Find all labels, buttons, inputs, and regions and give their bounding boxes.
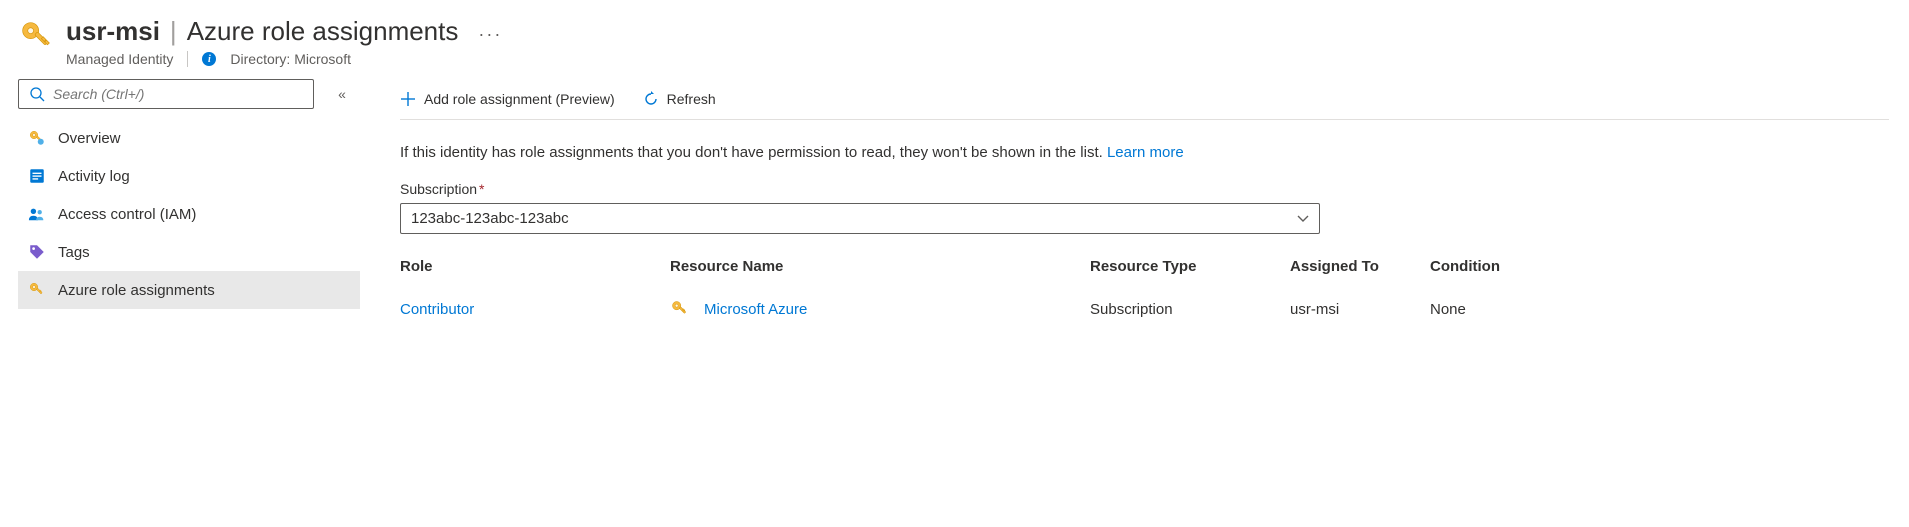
main-content: Add role assignment (Preview) Refresh If… <box>370 79 1909 353</box>
subscription-value: 123abc-123abc-123abc <box>411 210 569 227</box>
access-control-icon <box>28 205 46 223</box>
assigned-to-cell: usr-msi <box>1290 301 1430 318</box>
key-icon <box>28 129 46 147</box>
sidebar-item-label: Access control (IAM) <box>58 206 196 223</box>
learn-more-link[interactable]: Learn more <box>1107 144 1184 161</box>
title-separator: | <box>170 16 177 47</box>
sidebar-item-label: Overview <box>58 130 121 147</box>
more-button[interactable]: ··· <box>468 24 502 45</box>
sidebar-item-access-control[interactable]: Access control (IAM) <box>18 195 360 233</box>
refresh-button[interactable]: Refresh <box>643 91 716 107</box>
activity-log-icon <box>28 167 46 185</box>
sidebar-search[interactable] <box>18 79 314 109</box>
role-link[interactable]: Contributor <box>400 301 670 318</box>
page-title: Azure role assignments <box>187 16 459 47</box>
role-assignments-table: Role Resource Name Resource Type Assigne… <box>400 248 1889 333</box>
search-input[interactable] <box>53 86 303 102</box>
plus-icon <box>400 91 416 107</box>
chevron-down-icon <box>1297 215 1309 223</box>
refresh-label: Refresh <box>667 91 716 107</box>
page-header: usr-msi | Azure role assignments ··· Man… <box>0 0 1909 79</box>
resource-link[interactable]: Microsoft Azure <box>704 301 807 318</box>
tag-icon <box>28 243 46 261</box>
col-header-assigned[interactable]: Assigned To <box>1290 258 1430 275</box>
toolbar: Add role assignment (Preview) Refresh <box>400 79 1889 120</box>
key-icon <box>20 20 52 52</box>
sidebar-collapse-button[interactable]: « <box>324 79 360 109</box>
key-icon <box>670 299 690 319</box>
sidebar-item-label: Activity log <box>58 168 130 185</box>
subscription-dropdown[interactable]: 123abc-123abc-123abc <box>400 203 1320 234</box>
col-header-condition[interactable]: Condition <box>1430 258 1550 275</box>
info-icon[interactable]: i <box>202 52 216 66</box>
add-label: Add role assignment (Preview) <box>424 91 615 107</box>
subtitle-divider <box>187 51 188 67</box>
directory-label: Directory: <box>230 51 290 67</box>
search-icon <box>29 86 45 102</box>
table-row[interactable]: Contributor <box>400 285 1889 333</box>
add-role-assignment-button[interactable]: Add role assignment (Preview) <box>400 91 615 107</box>
required-indicator: * <box>479 181 484 197</box>
sidebar-item-tags[interactable]: Tags <box>18 233 360 271</box>
subscription-label: Subscription* <box>400 181 1889 197</box>
col-header-resource[interactable]: Resource Name <box>670 258 1090 275</box>
info-text: If this identity has role assignments th… <box>400 120 1889 181</box>
sidebar-item-azure-role-assignments[interactable]: Azure role assignments <box>18 271 360 309</box>
sidebar-item-overview[interactable]: Overview <box>18 119 360 157</box>
refresh-icon <box>643 91 659 107</box>
sidebar-item-label: Azure role assignments <box>58 282 215 299</box>
resource-name: usr-msi <box>66 16 160 47</box>
key-icon <box>28 281 46 299</box>
directory-value: Microsoft <box>294 51 351 67</box>
resource-type-cell: Subscription <box>1090 301 1290 318</box>
condition-cell: None <box>1430 301 1550 318</box>
table-header: Role Resource Name Resource Type Assigne… <box>400 248 1889 285</box>
col-header-type[interactable]: Resource Type <box>1090 258 1290 275</box>
col-header-role[interactable]: Role <box>400 258 670 275</box>
sidebar-item-label: Tags <box>58 244 90 261</box>
sidebar: « Overview <box>0 79 370 353</box>
resource-type-label: Managed Identity <box>66 51 173 67</box>
sidebar-item-activity-log[interactable]: Activity log <box>18 157 360 195</box>
